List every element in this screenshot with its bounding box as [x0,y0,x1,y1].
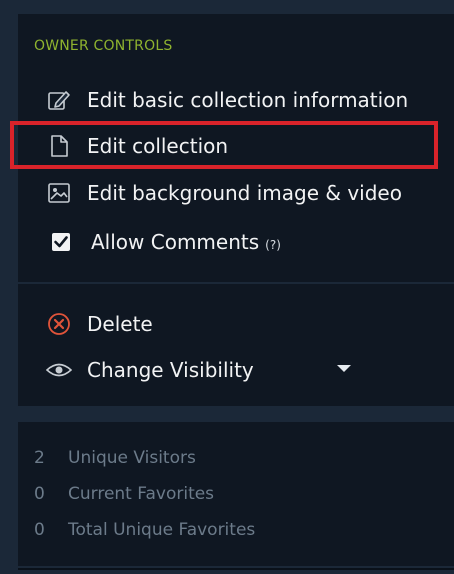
edit-basic-info-label: Edit basic collection information [87,88,409,112]
delete-label: Delete [87,312,153,336]
stat-label: Total Unique Favorites [68,520,256,540]
eye-icon [46,357,72,383]
edit-pencil-icon [46,87,72,113]
allow-comments-row[interactable]: Allow Comments (?) [48,226,281,258]
delete-icon [46,311,72,337]
stat-value: 0 [34,484,45,504]
change-visibility-dropdown[interactable]: Change Visibility [46,354,254,386]
allow-comments-label: Allow Comments [91,230,260,254]
stat-label: Unique Visitors [68,448,196,468]
stat-unique-visitors: 2 Unique Visitors [34,448,196,468]
stat-value: 0 [34,520,45,540]
stat-label: Current Favorites [68,484,215,504]
edit-background-link[interactable]: Edit background image & video [46,177,402,209]
stats-panel: 2 Unique Visitors 0 Current Favorites 0 Tot… [18,422,454,566]
actions-panel: Delete Change Visibility [18,284,454,406]
delete-button[interactable]: Delete [46,308,153,340]
stat-value: 2 [34,448,45,468]
owner-controls-title: OWNER CONTROLS [34,38,173,54]
stat-total-unique-favorites: 0 Total Unique Favorites [34,520,255,540]
checkbox-checked-icon[interactable] [48,229,74,255]
image-icon [46,180,72,206]
change-visibility-label: Change Visibility [87,358,254,382]
edit-basic-info-link[interactable]: Edit basic collection information [46,84,408,116]
chevron-down-icon[interactable] [337,365,351,372]
help-link[interactable]: (?) [265,233,281,252]
divider [18,568,454,570]
stat-current-favorites: 0 Current Favorites [34,484,214,504]
edit-background-label: Edit background image & video [87,181,402,205]
highlight-box [10,121,438,169]
